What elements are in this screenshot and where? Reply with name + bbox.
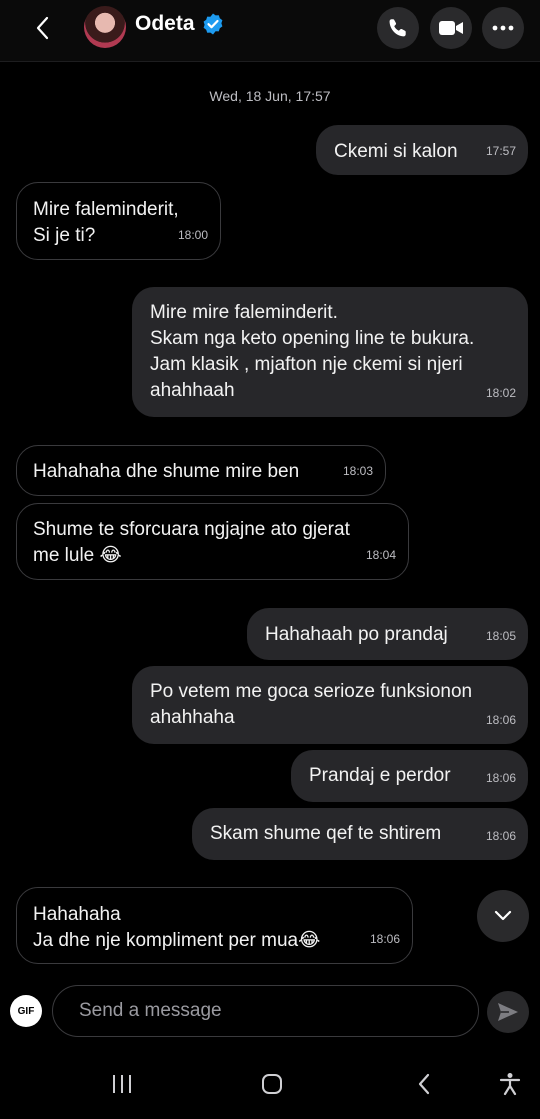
message-bubble-outgoing[interactable]: Po vetem me goca serioze funksionon ahah…	[132, 666, 528, 744]
accessibility-icon	[499, 1073, 521, 1096]
message-text: Shume te sforcuara ngjajne ato gjerat me…	[33, 519, 350, 566]
message-bubble-outgoing[interactable]: Skam shume qef te shtirem 18:06	[192, 808, 528, 860]
avatar[interactable]	[84, 6, 126, 48]
accessibility-button[interactable]	[490, 1064, 530, 1104]
message-bubble-outgoing[interactable]: Hahahaah po prandaj 18:05	[247, 608, 528, 660]
message-time: 18:02	[485, 386, 516, 400]
message-time: 18:00	[177, 228, 208, 242]
message-text: Hahahaha dhe shume mire ben	[33, 461, 300, 482]
nav-back-button[interactable]	[404, 1064, 444, 1104]
message-bubble-outgoing[interactable]: Prandaj e perdor 18:06	[291, 750, 528, 802]
chevron-left-icon	[36, 16, 49, 40]
system-nav-bar	[0, 1050, 540, 1119]
message-time: 18:05	[485, 629, 516, 643]
message-bubble-incoming[interactable]: Hahahaha Ja dhe nje kompliment per mua😂 …	[16, 887, 413, 964]
date-separator: Wed, 18 Jun, 17:57	[209, 88, 331, 104]
chat-header: Odeta	[0, 0, 540, 62]
contact-title[interactable]: Odeta	[135, 12, 225, 36]
message-time: 18:06	[485, 829, 516, 843]
message-text: Hahahaha Ja dhe nje kompliment per mua😂	[33, 904, 321, 951]
message-bubble-outgoing[interactable]: Mire mire faleminderit. Skam nga keto op…	[132, 287, 528, 417]
recent-apps-button[interactable]	[102, 1064, 142, 1104]
back-button[interactable]	[22, 8, 62, 48]
video-icon	[439, 21, 463, 35]
recent-apps-icon	[113, 1075, 131, 1093]
gif-button[interactable]: GIF	[10, 995, 42, 1027]
message-bubble-incoming[interactable]: Hahahaha dhe shume mire ben 18:03	[16, 445, 386, 496]
message-time: 18:06	[485, 713, 516, 727]
message-time: 18:03	[342, 464, 373, 478]
message-text: Mire mire faleminderit. Skam nga keto op…	[150, 302, 475, 401]
message-input[interactable]: Send a message	[52, 985, 479, 1037]
chevron-down-icon	[494, 910, 512, 921]
more-horizontal-icon	[492, 25, 514, 31]
message-bubble-incoming[interactable]: Shume te sforcuara ngjajne ato gjerat me…	[16, 503, 409, 580]
message-time: 18:06	[485, 771, 516, 785]
message-bubble-outgoing[interactable]: Ckemi si kalon 17:57	[316, 125, 528, 175]
message-text: Skam shume qef te shtirem	[210, 823, 442, 844]
call-button[interactable]	[377, 7, 419, 49]
send-button[interactable]	[487, 991, 529, 1033]
message-time: 18:04	[365, 548, 396, 562]
home-button[interactable]	[252, 1064, 292, 1104]
contact-name: Odeta	[135, 12, 195, 35]
send-icon	[498, 1003, 518, 1021]
back-arrow-icon	[418, 1073, 430, 1095]
message-time: 18:06	[369, 932, 400, 946]
message-bubble-incoming[interactable]: Mire faleminderit, Si je ti? 18:00	[16, 182, 221, 260]
video-call-button[interactable]	[430, 7, 472, 49]
verified-badge-icon	[203, 13, 222, 35]
phone-icon	[389, 19, 406, 37]
home-icon	[262, 1074, 282, 1094]
scroll-to-bottom-button[interactable]	[477, 890, 529, 942]
message-time: 17:57	[485, 144, 516, 158]
message-text: Po vetem me goca serioze funksionon ahah…	[150, 681, 473, 728]
more-button[interactable]	[482, 7, 524, 49]
